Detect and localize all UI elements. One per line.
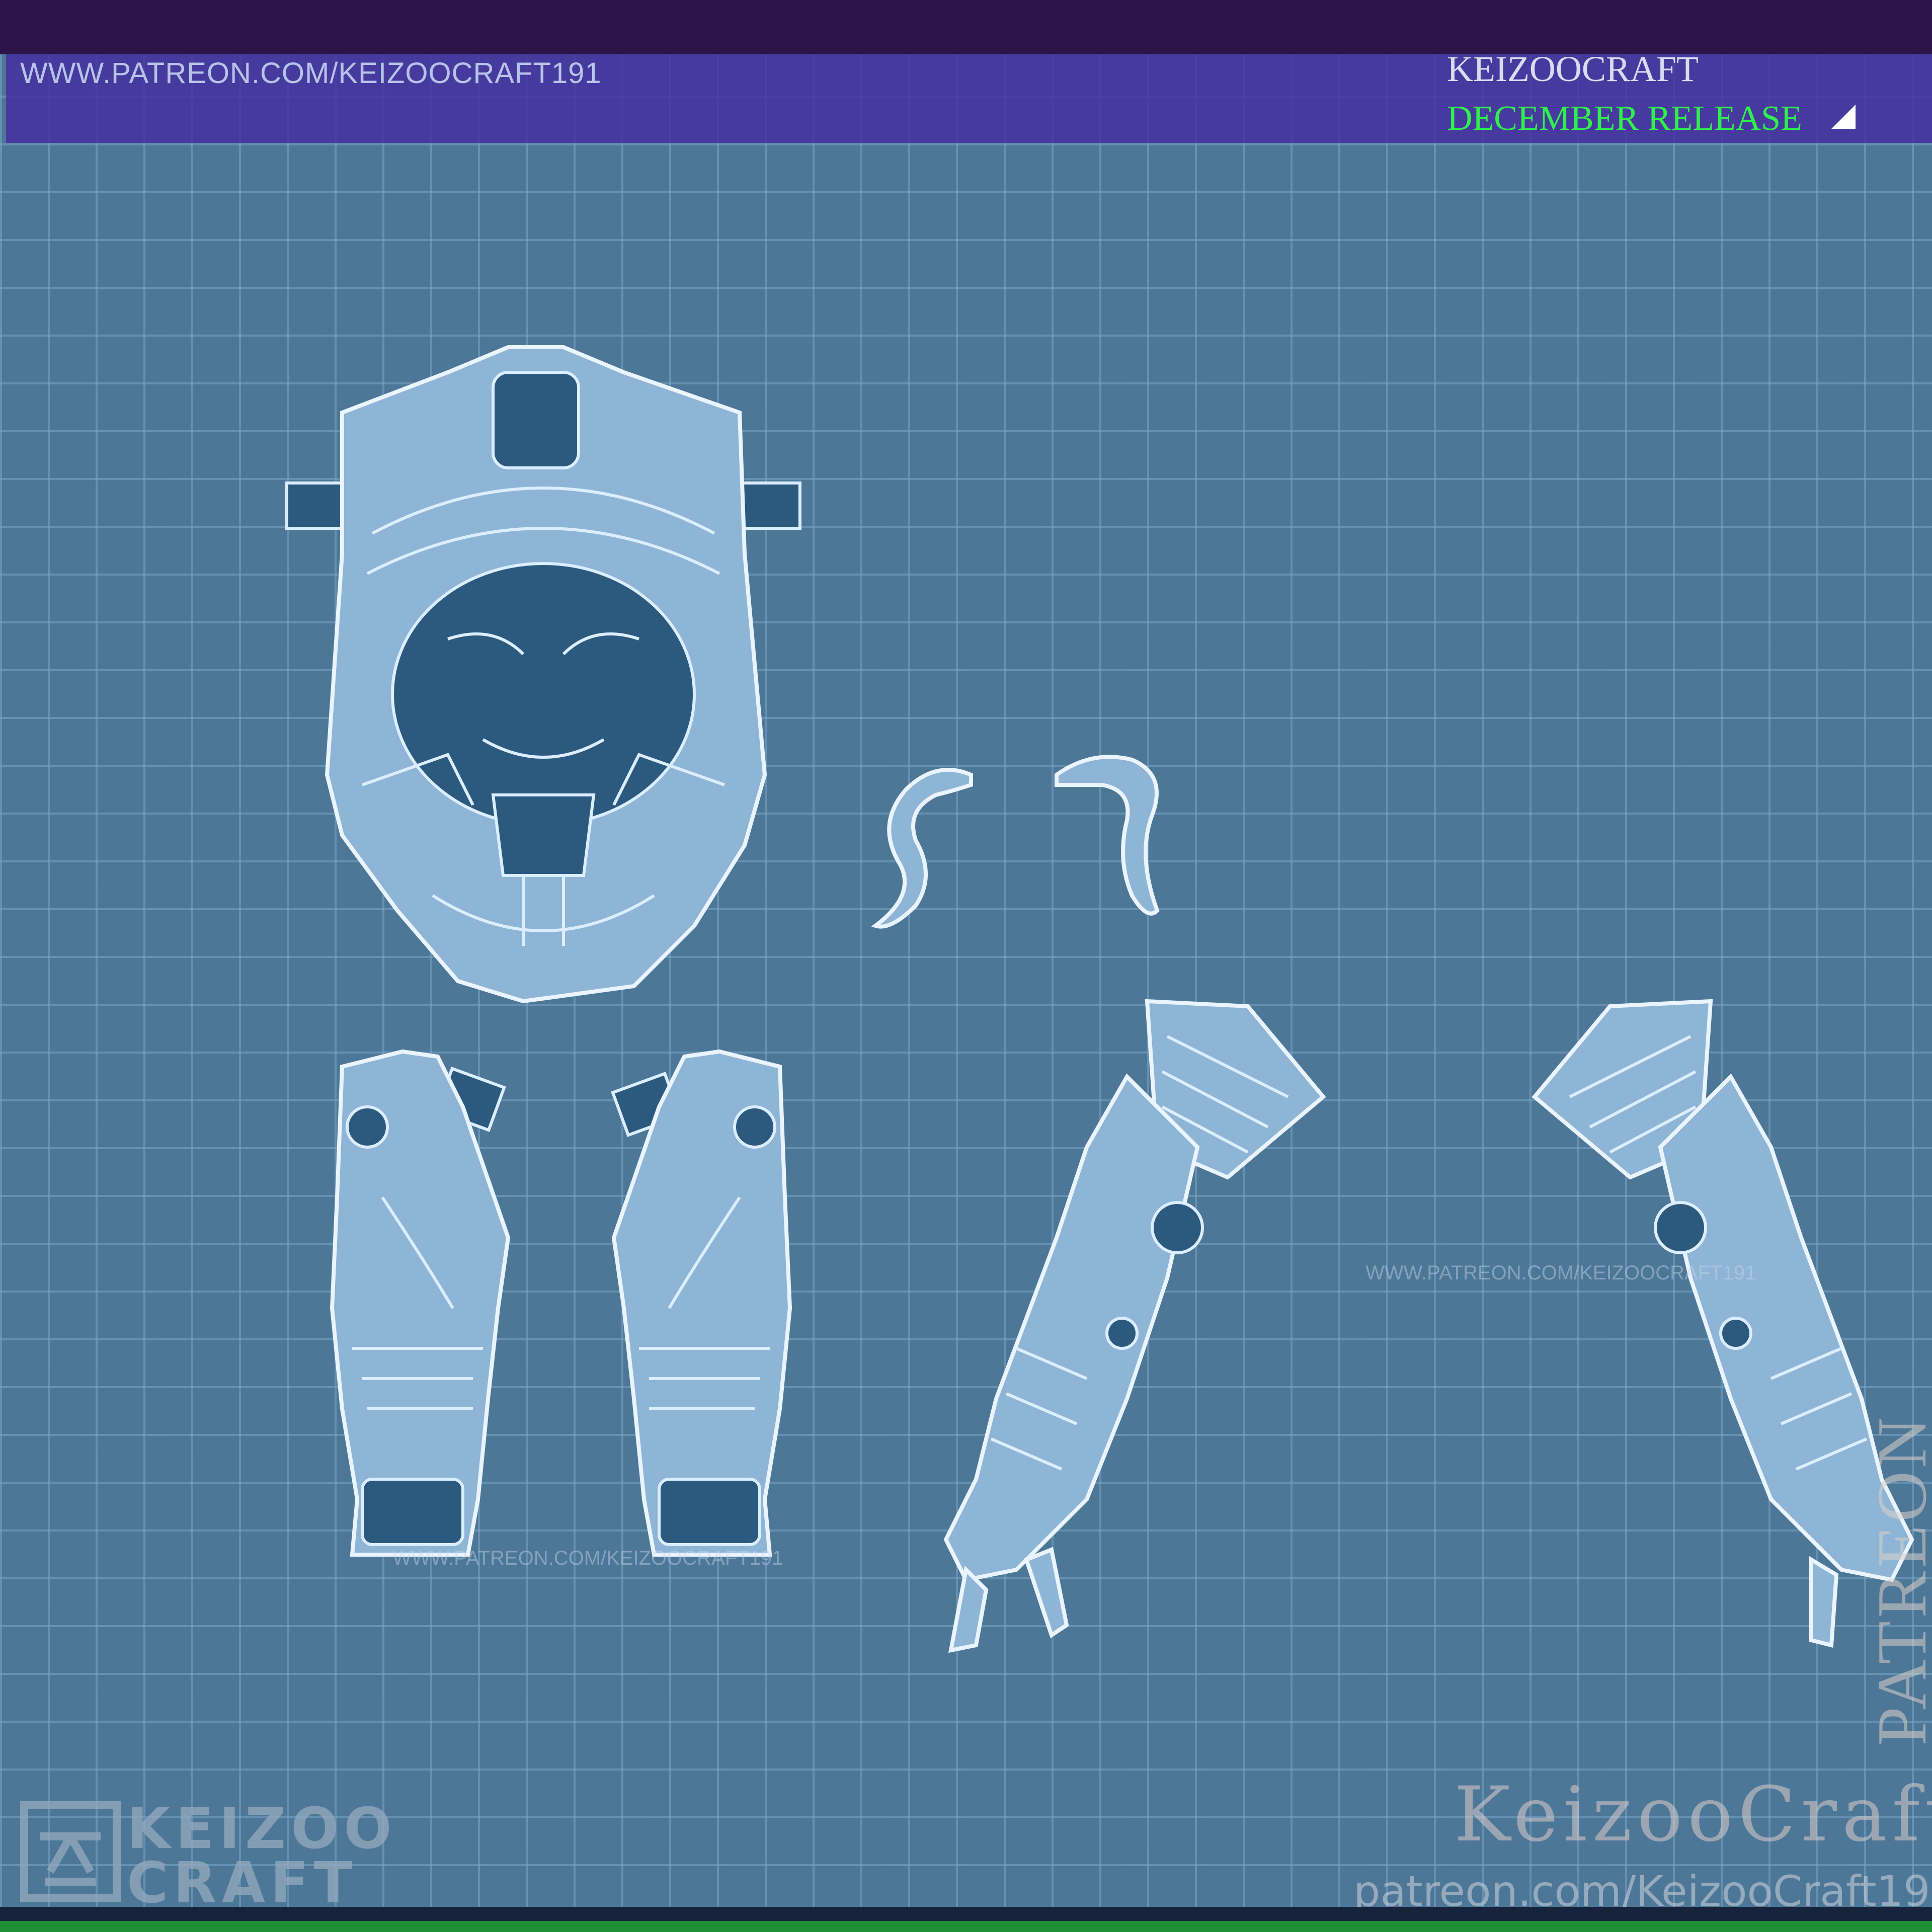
head-icon [285,345,801,1004]
bottom-accent-bar [0,1921,1932,1932]
leg-left-icon [330,1049,511,1557]
top-strip [0,0,1932,54]
center-watermark: WWW.PATREON.COM/KEIZOOCRAFT191 [1365,1262,1756,1284]
banner-url[interactable]: WWW.PATREON.COM/KEIZOOCRAFT191 [20,56,602,90]
brand-title: KEIZOOCRAFT [1447,49,1699,89]
corner-triangle-icon [1831,105,1856,129]
tentacle-left-icon [871,768,973,929]
release-label: DECEMBER RELEASE [1447,99,1802,138]
logo-text-craft: CRAFT [127,1850,358,1916]
patreon-vertical-watermark: PATREON [1863,1414,1932,1746]
keizoocraft-logo-icon [20,1801,121,1902]
leg-right-icon [611,1049,792,1557]
script-brand-watermark: KeizooCraft [1454,1771,1932,1859]
arm-left-icon [943,999,1326,1653]
legs-watermark: WWW.PATREON.COM/KEIZOOCRAFT191 [392,1547,783,1569]
tentacle-right-icon [1055,755,1160,916]
